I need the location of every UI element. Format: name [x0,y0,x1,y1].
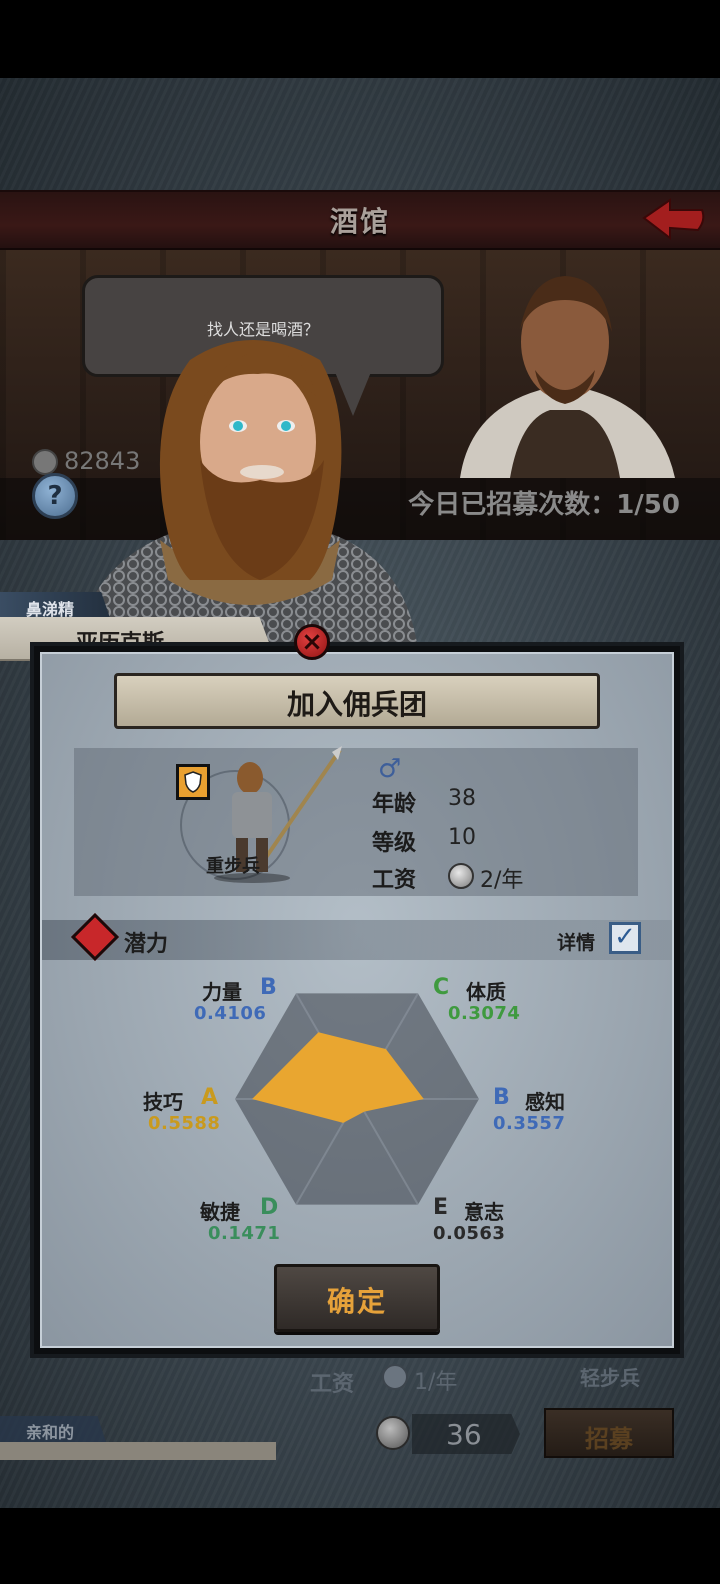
list-cost-coin-icon [376,1416,410,1450]
dialog-title: 加入佣兵团 [286,688,427,721]
attr-constitution-value: 0.3074 [448,1003,521,1024]
silver-coin-icon [448,863,474,889]
list-wage-label: 工资 [310,1372,355,1397]
attr-strength-value: 0.4106 [194,1003,267,1024]
attr-skill-name: 技巧 [143,1090,183,1114]
attr-agility-grade: D [260,1195,279,1220]
mercenary-info-card [74,748,638,896]
shield-icon [176,764,210,800]
wage-label: 工资 [372,868,417,893]
close-button[interactable]: × [294,624,330,660]
list-nickname: 亲和的 [26,1423,75,1442]
attr-skill-value: 0.5588 [148,1113,221,1134]
level-label: 等级 [372,831,417,856]
coin-icon [32,449,58,475]
attr-perception-value: 0.3557 [493,1113,566,1134]
detail-label: 详情 [557,932,596,954]
list-name-plate [0,1442,276,1460]
attr-perception-name: 感知 [525,1090,565,1114]
list-coin-icon [382,1364,408,1390]
confirm-button-label[interactable]: 确定 [274,1280,440,1320]
detail-checkbox[interactable]: ✓ [609,922,641,954]
attr-constitution-name: 体质 [466,980,506,1004]
unit-class: 重步兵 [206,856,260,877]
list-unit-class: 轻步兵 [580,1366,640,1390]
daily-recruit-count: 今日已招募次数：1/50 [408,490,680,520]
attr-will-value: 0.0563 [433,1223,506,1244]
attr-strength-grade: B [260,975,277,1000]
wage-value: 2/年 [480,868,524,893]
page-title: 酒馆 [329,205,390,238]
attr-skill-grade: A [201,1085,219,1110]
attr-strength-name: 力量 [202,980,242,1004]
mercenary-portrait [75,340,418,650]
game-screen: 酒馆 找人还是喝酒？ 82843 ? 今日已招募次数：1/50 鼻涕精 × 加入… [0,0,720,1584]
back-arrow-icon[interactable] [640,196,708,242]
attr-agility-value: 0.1471 [208,1223,281,1244]
list-wage-value: 1/年 [414,1370,458,1395]
attr-perception-grade: B [493,1085,510,1110]
attr-agility-name: 敏捷 [200,1200,240,1224]
age-label: 年龄 [372,792,417,817]
attr-will-name: 意志 [464,1200,504,1224]
level-value: 10 [448,825,476,850]
recruit-button-label[interactable]: 招募 [544,1419,674,1454]
age-value: 38 [448,786,476,811]
attr-will-grade: E [433,1195,449,1220]
list-cost-value: 36 [446,1418,482,1451]
mercenary-nickname: 鼻涕精 [26,600,75,619]
male-icon: ♂ [378,754,402,784]
attr-constitution-grade: C [433,975,450,1000]
potential-label: 潜力 [124,932,169,957]
bartender-portrait [460,276,675,478]
